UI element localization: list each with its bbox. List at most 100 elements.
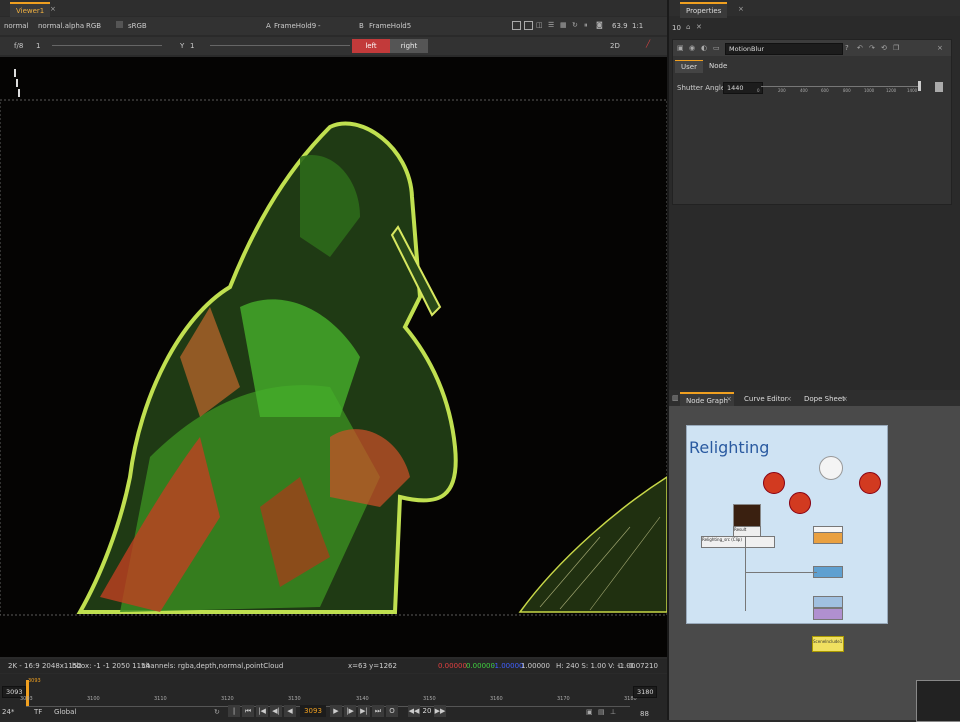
viewer-toolbar-bottom — [0, 37, 667, 55]
last-frame-icon[interactable]: O — [386, 705, 398, 717]
gain-slider[interactable] — [52, 45, 162, 46]
input-a-dropdown[interactable]: FrameHold9 — [274, 20, 316, 32]
gamma-label: Y — [180, 42, 185, 50]
scene-include-node[interactable]: SceneInclude1 — [812, 636, 844, 652]
input-op-dropdown[interactable]: - — [318, 20, 321, 32]
tab-node[interactable]: Node — [703, 60, 733, 72]
step-forward-n-icon[interactable]: ▶▶ — [434, 705, 446, 717]
grid-icon[interactable] — [524, 21, 533, 30]
timeline-ruler[interactable]: 3093 3093 3100 3110 3120 3130 3140 3150 3160 317… — [20, 678, 637, 707]
node-undo-icon[interactable]: ↶ — [857, 44, 866, 53]
read-thumbnail-node[interactable] — [733, 504, 761, 528]
node-copy-icon[interactable]: ❐ — [893, 44, 902, 53]
node-close-icon[interactable]: × — [937, 44, 946, 53]
step-forward-icon[interactable]: |▶ — [344, 705, 356, 717]
node-graph-close-icon[interactable]: × — [726, 395, 735, 404]
status-channels: channels: rgba,depth,normal,pointCloud — [142, 662, 284, 670]
fps-dropdown[interactable]: 24* — [2, 706, 14, 718]
node-float-icon[interactable]: ▭ — [713, 44, 722, 53]
zoom-dropdown[interactable]: 63.9 — [612, 20, 628, 32]
end-frame-field[interactable]: 3180 — [633, 686, 657, 698]
output-node[interactable] — [813, 608, 843, 620]
close-icon[interactable]: × — [50, 5, 59, 14]
gamma-slider[interactable] — [210, 45, 350, 46]
step-back-icon[interactable]: ◀| — [270, 705, 282, 717]
lock-icon[interactable]: ⌂ — [686, 23, 695, 32]
current-frame-field[interactable]: 3093 — [300, 705, 326, 717]
list-icon[interactable]: ☰ — [548, 21, 557, 30]
clear-panels-icon[interactable]: ✕ — [696, 23, 705, 32]
right-view-button[interactable]: right — [390, 39, 428, 53]
gain-value[interactable]: 1 — [36, 40, 40, 52]
relighting-backdrop[interactable]: Relighting Result Relighting_src (Clip) — [686, 425, 888, 624]
clip-icon[interactable]: ▦ — [560, 21, 569, 30]
light-node-2[interactable] — [789, 492, 811, 514]
tab-viewer1[interactable]: Viewer1 — [10, 2, 51, 18]
first-frame-icon[interactable]: | — [228, 705, 240, 717]
play-forward-icon[interactable]: ▶ — [330, 705, 342, 717]
step-back-n-icon[interactable]: ◀◀ — [408, 705, 420, 717]
light-node-1[interactable] — [763, 472, 785, 494]
audio-icon[interactable]: ⊥ — [610, 708, 619, 717]
pause-icon[interactable]: ⏸ — [584, 21, 593, 30]
input-b-dropdown[interactable]: FrameHold5 — [369, 20, 411, 32]
play-back-icon[interactable]: ◀ — [284, 705, 296, 717]
view-mode-dropdown[interactable]: 2D — [610, 40, 620, 52]
node-redo-icon[interactable]: ↷ — [869, 44, 878, 53]
prev-key-icon[interactable]: |◀ — [256, 705, 268, 717]
relighting-source-node[interactable]: Relighting_src (Clip) — [701, 536, 775, 548]
shader-node[interactable] — [813, 532, 843, 544]
skip-start-icon[interactable]: ⏮ — [242, 705, 254, 717]
grade-node[interactable] — [813, 566, 843, 578]
max-panels-field[interactable]: 10 — [672, 22, 681, 34]
ruler-tick-label: 3130 — [288, 696, 301, 702]
blur-node[interactable] — [813, 596, 843, 608]
snapshot-icon[interactable]: ◙ — [596, 21, 605, 30]
properties-close-icon[interactable]: × — [738, 5, 747, 14]
animation-menu-icon[interactable] — [935, 82, 943, 92]
step-size-field[interactable]: 20 — [420, 705, 434, 717]
range-dropdown[interactable]: Global — [54, 706, 76, 718]
skip-end-icon[interactable]: ⏭ — [372, 705, 384, 717]
node-name-field[interactable]: MotionBlur — [725, 43, 843, 55]
status-format: 2K - 16:9 2048x1152 — [8, 662, 82, 670]
lut-dropdown[interactable]: sRGB — [128, 20, 147, 32]
node-panel: ▣ ◉ ◐ ▭ MotionBlur ? ↶ ↷ ⟲ ❐ × User Node… — [672, 39, 952, 205]
shutter-angle-slider[interactable]: 0 200 400 600 800 1000 1200 1400 — [757, 81, 921, 93]
tab-user[interactable]: User — [675, 60, 703, 73]
roi-icon[interactable] — [512, 21, 521, 30]
node-graph-navigator[interactable] — [916, 680, 960, 722]
pixel-luma-value: L: -0.07210 — [618, 662, 658, 670]
node-revert-icon[interactable]: ⟲ — [881, 44, 890, 53]
light-node-3[interactable] — [859, 472, 881, 494]
left-view-button[interactable]: left — [352, 39, 390, 53]
colorspace-dropdown[interactable]: normal — [4, 20, 29, 32]
flipbook-icon[interactable]: ▣ — [586, 708, 595, 717]
ruler-tick-label: 3110 — [154, 696, 167, 702]
node-visibility-icon[interactable]: ◐ — [701, 44, 710, 53]
playhead-label: 3093 — [28, 678, 41, 684]
loop-icon[interactable]: ↻ — [214, 708, 223, 717]
curve-editor-close-icon[interactable]: × — [786, 395, 795, 404]
ruler-tick-label: 3160 — [490, 696, 503, 702]
next-key-icon[interactable]: ▶| — [358, 705, 370, 717]
viewer-canvas[interactable] — [0, 57, 667, 657]
paint-icon[interactable]: ╱ — [646, 40, 655, 49]
gamma-value[interactable]: 1 — [190, 40, 194, 52]
dope-sheet-close-icon[interactable]: × — [842, 395, 851, 404]
channels-dropdown[interactable]: RGB — [86, 20, 101, 32]
node-help-icon[interactable]: ? — [845, 44, 854, 53]
fstop-dropdown[interactable]: f/8 — [14, 40, 23, 52]
render-icon[interactable]: ▤ — [598, 708, 607, 717]
alpha-dropdown[interactable]: normal.alpha — [38, 20, 84, 32]
pixel-red-value: 0.00000 — [438, 662, 467, 670]
ratio-dropdown[interactable]: 1:1 — [632, 20, 643, 32]
tab-properties[interactable]: Properties — [680, 2, 728, 18]
node-color-icon[interactable]: ◉ — [689, 44, 698, 53]
refresh-icon[interactable]: ↻ — [572, 21, 581, 30]
camera-node[interactable] — [819, 456, 843, 480]
shutter-angle-handle[interactable] — [918, 81, 921, 91]
tf-dropdown[interactable]: TF — [34, 706, 42, 718]
wipe-icon[interactable]: ◫ — [536, 21, 545, 30]
collapse-icon[interactable]: ▣ — [677, 44, 686, 53]
